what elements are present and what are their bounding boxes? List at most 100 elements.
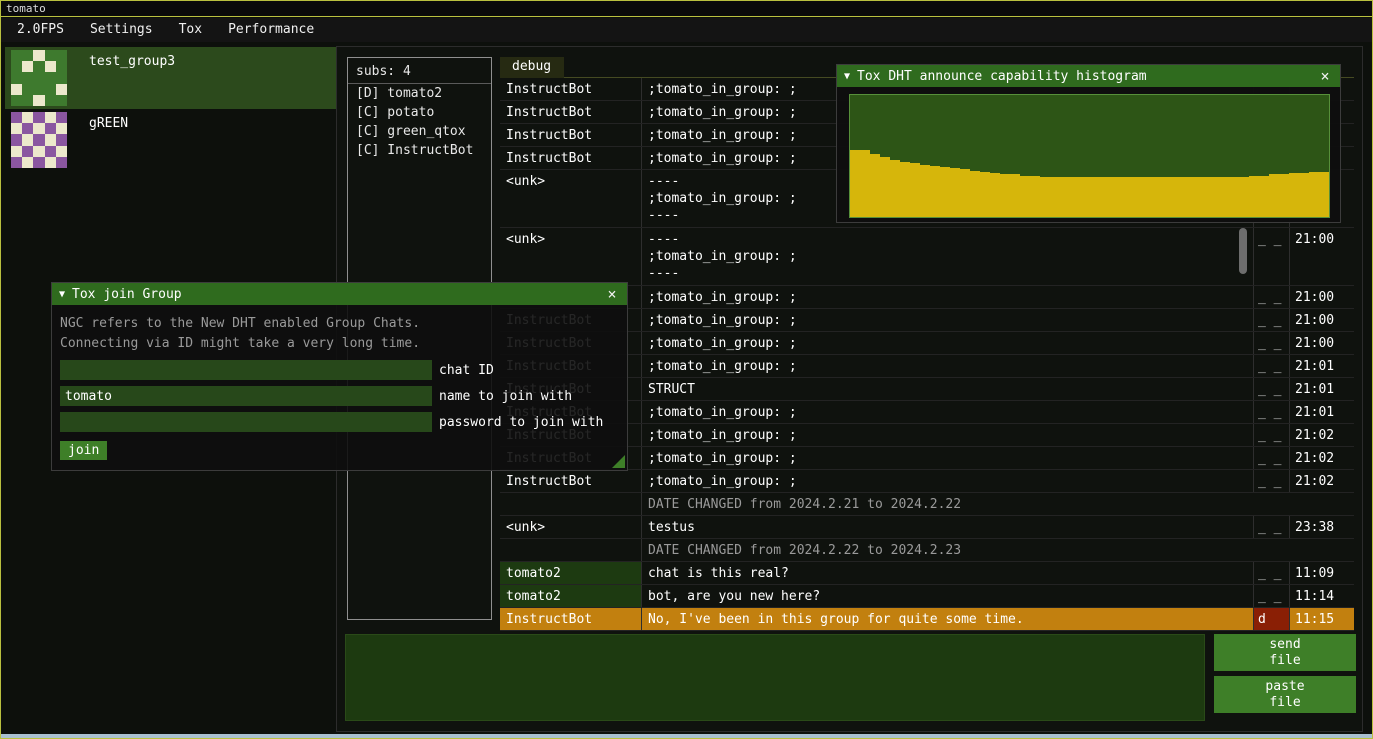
close-icon[interactable]: × bbox=[604, 285, 620, 303]
menu-settings[interactable]: Settings bbox=[77, 18, 166, 42]
message-flags: _ _ bbox=[1254, 332, 1290, 354]
message-row[interactable]: InstructBotNo, I've been in this group f… bbox=[500, 608, 1354, 631]
histogram-bar bbox=[1050, 177, 1060, 217]
join-name-input[interactable] bbox=[60, 386, 432, 406]
dht-histogram-window: ▼ Tox DHT announce capability histogram … bbox=[836, 64, 1341, 223]
dht-histogram-title: Tox DHT announce capability histogram bbox=[857, 69, 1147, 84]
message-flags: _ _ bbox=[1254, 447, 1290, 469]
message-author bbox=[500, 539, 642, 561]
message-row[interactable]: InstructBot;tomato_in_group: ;_ _21:01 bbox=[500, 355, 1354, 378]
message-author: tomato2 bbox=[500, 562, 642, 584]
message-row[interactable]: InstructBot;tomato_in_group: ;_ _21:02 bbox=[500, 470, 1354, 493]
message-text: ;tomato_in_group: ; bbox=[642, 470, 1254, 492]
message-text: testus bbox=[642, 516, 1254, 538]
date-changed-text: DATE CHANGED from 2024.2.21 to 2024.2.22 bbox=[642, 493, 1354, 515]
message-time: 21:00 bbox=[1290, 332, 1354, 354]
join-button[interactable]: join bbox=[60, 441, 107, 460]
chat-id-input[interactable] bbox=[60, 360, 432, 380]
chat-id-input-label: chat ID bbox=[439, 363, 494, 378]
menu-bar: 2.0FPSSettingsToxPerformance bbox=[1, 18, 1372, 42]
message-flags: _ _ bbox=[1254, 309, 1290, 331]
histogram-bar bbox=[1130, 177, 1140, 217]
resize-grip[interactable] bbox=[612, 455, 625, 468]
group-item-test_group3[interactable]: test_group3 bbox=[5, 47, 346, 109]
message-author: <unk> bbox=[500, 228, 642, 285]
message-author: tomato2 bbox=[500, 585, 642, 607]
collapse-icon[interactable]: ▼ bbox=[59, 289, 65, 300]
message-author: <unk> bbox=[500, 516, 642, 538]
message-row[interactable]: InstructBot;tomato_in_group: ;_ _21:01 bbox=[500, 401, 1354, 424]
message-row[interactable]: <unk>----;tomato_in_group: ;----_ _21:00 bbox=[500, 228, 1354, 286]
window-bottom-edge bbox=[1, 734, 1372, 738]
close-icon[interactable]: × bbox=[1317, 67, 1333, 85]
message-row[interactable]: InstructBot;tomato_in_group: ;_ _21:00 bbox=[500, 332, 1354, 355]
member-item[interactable]: [C] green_qtox bbox=[348, 122, 491, 141]
menu-tox[interactable]: Tox bbox=[166, 18, 215, 42]
message-time: 21:00 bbox=[1290, 309, 1354, 331]
message-time: 21:02 bbox=[1290, 470, 1354, 492]
histogram-bar bbox=[1010, 174, 1020, 217]
message-text: bot, are you new here? bbox=[642, 585, 1254, 607]
histogram-bar bbox=[1319, 172, 1329, 217]
message-row[interactable]: tomato2bot, are you new here?_ _11:14 bbox=[500, 585, 1354, 608]
message-input[interactable] bbox=[345, 634, 1205, 721]
histogram-bar bbox=[860, 150, 870, 217]
histogram-bar bbox=[1080, 177, 1090, 217]
histogram-bar bbox=[1000, 174, 1010, 217]
dht-histogram-titlebar[interactable]: ▼ Tox DHT announce capability histogram … bbox=[837, 65, 1340, 87]
histogram-bar bbox=[1110, 177, 1120, 217]
join-fields: chat ID name to join with password to join… bbox=[60, 360, 619, 432]
collapse-icon[interactable]: ▼ bbox=[844, 71, 850, 82]
group-name: gREEN bbox=[89, 116, 128, 131]
date-changed-text: DATE CHANGED from 2024.2.22 to 2024.2.23 bbox=[642, 539, 1354, 561]
menu-performance[interactable]: Performance bbox=[215, 18, 327, 42]
join-password-input[interactable] bbox=[60, 412, 432, 432]
tab-debug[interactable]: debug bbox=[500, 57, 564, 78]
message-row[interactable]: InstructBot;tomato_in_group: ;_ _21:00 bbox=[500, 309, 1354, 332]
join-password-input-label: password to join with bbox=[439, 415, 603, 430]
join-group-titlebar[interactable]: ▼ Tox join Group × bbox=[52, 283, 627, 305]
histogram-bar bbox=[1040, 177, 1050, 217]
histogram-bar bbox=[1249, 176, 1259, 217]
message-author: InstructBot bbox=[500, 124, 642, 146]
message-author: InstructBot bbox=[500, 470, 642, 492]
message-row[interactable]: InstructBotSTRUCT_ _21:01 bbox=[500, 378, 1354, 401]
histogram-bar bbox=[970, 171, 980, 217]
histogram-bar bbox=[980, 172, 990, 217]
histogram-bar bbox=[1299, 173, 1309, 217]
members-list: [D] tomato2[C] potato[C] green_qtox[C] I… bbox=[348, 84, 491, 160]
message-text: ;tomato_in_group: ; bbox=[642, 401, 1254, 423]
histogram-bar bbox=[1100, 177, 1110, 217]
histogram-bar bbox=[1179, 177, 1189, 217]
message-flags: _ _ bbox=[1254, 470, 1290, 492]
chat-scrollbar[interactable] bbox=[1239, 228, 1247, 274]
member-item[interactable]: [C] potato bbox=[348, 103, 491, 122]
send-file-button[interactable]: send file bbox=[1214, 634, 1356, 671]
join-help-line2: Connecting via ID might take a very long… bbox=[60, 334, 619, 354]
histogram-bar bbox=[1060, 177, 1070, 217]
window-titlebar: tomato bbox=[1, 1, 1372, 17]
histogram-bar bbox=[1030, 176, 1040, 217]
join-name-input-label: name to join with bbox=[439, 389, 572, 404]
histogram-plot bbox=[849, 94, 1330, 218]
message-author bbox=[500, 493, 642, 515]
message-row[interactable]: InstructBot;tomato_in_group: ;_ _21:02 bbox=[500, 447, 1354, 470]
histogram-bar bbox=[1279, 174, 1289, 217]
message-row[interactable]: <unk>testus_ _23:38 bbox=[500, 516, 1354, 539]
histogram-bar bbox=[1070, 177, 1080, 217]
message-row[interactable]: InstructBot;tomato_in_group: ;_ _21:02 bbox=[500, 424, 1354, 447]
message-time: 21:00 bbox=[1290, 286, 1354, 308]
paste-file-button[interactable]: paste file bbox=[1214, 676, 1356, 713]
message-row[interactable]: tomato2chat is this real?_ _11:09 bbox=[500, 562, 1354, 585]
message-time: 11:14 bbox=[1290, 585, 1354, 607]
message-row[interactable]: InstructBot;tomato_in_group: ;_ _21:00 bbox=[500, 286, 1354, 309]
group-item-gREEN[interactable]: gREEN bbox=[5, 109, 346, 171]
histogram-bar bbox=[1309, 172, 1319, 217]
histogram-bar bbox=[990, 173, 1000, 217]
member-item[interactable]: [D] tomato2 bbox=[348, 84, 491, 103]
histogram-bar bbox=[930, 166, 940, 217]
message-author: <unk> bbox=[500, 170, 642, 227]
histogram-bar bbox=[900, 162, 910, 217]
member-item[interactable]: [C] InstructBot bbox=[348, 141, 491, 160]
histogram-bar bbox=[1020, 176, 1030, 217]
